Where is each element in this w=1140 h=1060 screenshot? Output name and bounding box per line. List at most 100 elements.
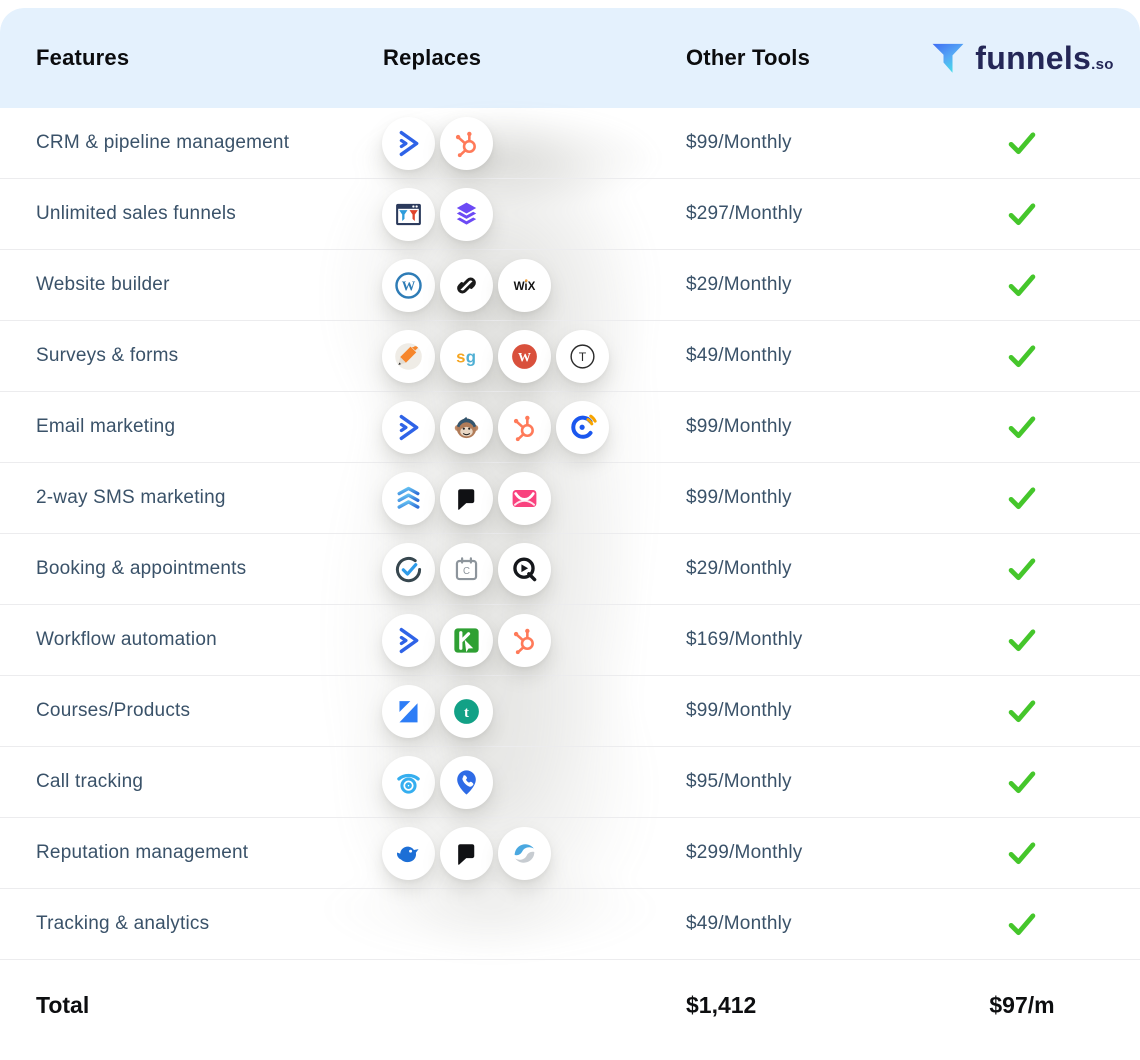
funnels-included-cell	[936, 554, 1140, 584]
funnels-included-cell	[936, 625, 1140, 655]
funnels-included-cell	[936, 696, 1140, 726]
column-header-replaces: Replaces	[360, 45, 650, 71]
funnels-included-cell	[936, 341, 1140, 371]
birdeye-bird-icon	[382, 827, 435, 880]
brand-tld: .so	[1091, 56, 1114, 73]
svg-text:g: g	[466, 347, 476, 366]
funnels-included-cell	[936, 483, 1140, 513]
funnels-included-cell	[936, 270, 1140, 300]
table-row: Surveys & formssgWT$49/Monthly	[0, 321, 1140, 392]
typeform-t-icon: T	[556, 330, 609, 383]
calendar-icon: C	[440, 543, 493, 596]
check-icon	[1005, 341, 1039, 371]
check-icon	[1005, 270, 1039, 300]
table-row: Reputation management$299/Monthly	[0, 818, 1140, 889]
clickfunnels-window-icon	[382, 188, 435, 241]
replaces-icons	[360, 401, 650, 454]
table-row: Tracking & analytics$49/Monthly	[0, 889, 1140, 960]
feature-label: Call tracking	[0, 771, 360, 793]
check-circle-icon	[382, 543, 435, 596]
brand-logo: funnels.so	[936, 40, 1140, 77]
mailchimp-monkey-icon	[440, 401, 493, 454]
replaces-icons: W WiX	[360, 259, 650, 312]
replaces-icons	[360, 117, 650, 170]
activecampaign-chevron-icon	[382, 401, 435, 454]
funnels-included-cell	[936, 838, 1140, 868]
other-tools-price: $99/Monthly	[650, 132, 936, 154]
map-pin-phone-icon	[440, 756, 493, 809]
leadpages-layers-icon	[440, 188, 493, 241]
quote-bubble-icon	[440, 827, 493, 880]
feature-label: Booking & appointments	[0, 558, 360, 580]
check-icon	[1005, 909, 1039, 939]
feature-label: Website builder	[0, 274, 360, 296]
funnels-included-cell	[936, 128, 1140, 158]
comparison-table: Features Replaces Other Tools funnel	[0, 8, 1140, 1052]
check-icon	[1005, 412, 1039, 442]
replaces-icons	[360, 188, 650, 241]
wordpress-w-icon: W	[382, 259, 435, 312]
table-row: Email marketing $99/Monthly	[0, 392, 1140, 463]
check-icon	[1005, 483, 1039, 513]
check-icon	[1005, 199, 1039, 229]
keap-cursor-icon	[440, 614, 493, 667]
kajabi-k-icon	[382, 685, 435, 738]
replaces-icons: t	[360, 685, 650, 738]
squarespace-link-icon	[440, 259, 493, 312]
svg-text:WiX: WiX	[514, 280, 536, 293]
svg-text:t: t	[464, 704, 469, 720]
activecampaign-chevron-icon	[382, 614, 435, 667]
funnels-included-cell	[936, 909, 1140, 939]
svg-text:W: W	[402, 278, 416, 293]
other-tools-price: $99/Monthly	[650, 487, 936, 509]
q-magnifier-icon	[498, 543, 551, 596]
brand-name: funnels	[975, 40, 1091, 77]
feature-label: Courses/Products	[0, 700, 360, 722]
brand-wordmark: funnels.so	[975, 40, 1113, 77]
total-funnels-value: $97/m	[936, 992, 1140, 1019]
phone-dial-icon	[382, 756, 435, 809]
svg-text:C: C	[463, 565, 470, 576]
other-tools-price: $49/Monthly	[650, 345, 936, 367]
other-tools-price: $169/Monthly	[650, 629, 936, 651]
feature-label: Email marketing	[0, 416, 360, 438]
wufoo-w-icon: W	[498, 330, 551, 383]
quote-bubble-icon	[440, 472, 493, 525]
funnels-included-cell	[936, 199, 1140, 229]
svg-text:T: T	[579, 349, 587, 363]
total-label: Total	[0, 992, 360, 1019]
other-tools-price: $299/Monthly	[650, 842, 936, 864]
constant-contact-ring-icon	[556, 401, 609, 454]
pencil-icon	[382, 330, 435, 383]
replaces-icons	[360, 756, 650, 809]
replaces-icons	[360, 614, 650, 667]
table-row: Call tracking $95/Monthly	[0, 747, 1140, 818]
feature-label: Surveys & forms	[0, 345, 360, 367]
replaces-icons: C	[360, 543, 650, 596]
other-tools-price: $99/Monthly	[650, 416, 936, 438]
feature-label: Unlimited sales funnels	[0, 203, 360, 225]
other-tools-price: $95/Monthly	[650, 771, 936, 793]
total-other-tools-value: $1,412	[650, 992, 936, 1019]
table-row: CRM & pipeline management$99/Monthly	[0, 108, 1140, 179]
triple-chevron-icon	[382, 472, 435, 525]
check-icon	[1005, 554, 1039, 584]
feature-label: Workflow automation	[0, 629, 360, 651]
funnel-gradient-icon	[930, 40, 966, 76]
feature-label: 2-way SMS marketing	[0, 487, 360, 509]
replaces-icons	[360, 827, 650, 880]
table-body: CRM & pipeline management$99/Monthly Unli…	[0, 108, 1140, 960]
funnels-included-cell	[936, 767, 1140, 797]
check-icon	[1005, 128, 1039, 158]
replaces-icons: sgWT	[360, 330, 650, 383]
table-row: Website builderWWiX$29/Monthly	[0, 250, 1140, 321]
table-header: Features Replaces Other Tools funnel	[0, 8, 1140, 108]
check-icon	[1005, 625, 1039, 655]
hubspot-sprocket-icon	[440, 117, 493, 170]
total-row: Total $1,412 $97/m	[0, 960, 1140, 1051]
replaces-icons	[360, 472, 650, 525]
pink-envelope-icon	[498, 472, 551, 525]
other-tools-price: $29/Monthly	[650, 558, 936, 580]
svg-text:W: W	[518, 349, 531, 364]
hubspot-sprocket-icon	[498, 401, 551, 454]
